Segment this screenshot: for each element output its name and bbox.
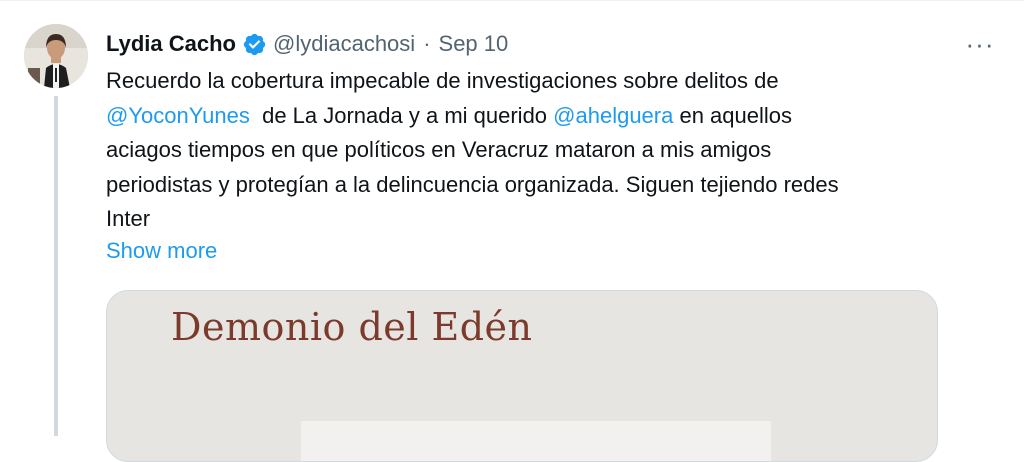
more-options-button[interactable]: ··· [956,28,1004,60]
verified-badge-icon [242,32,267,57]
tweet-text-line: Inter [106,206,151,231]
mention-link[interactable]: @ahelguera [553,103,673,128]
header-separator: · [423,31,431,56]
tweet-text-line: Recuerdo la cobertura impecable de inves… [106,68,779,93]
tweet-text: Recuerdo la cobertura impecable de inves… [106,64,986,237]
tweet-text-segment: en aquellos [673,102,793,128]
tweet-timestamp[interactable]: Sep 10 [439,28,509,60]
top-divider [0,0,1024,1]
avatar[interactable] [24,24,88,88]
thread-line [54,96,58,436]
tweet-text-segment: de La Jornada y a mi querido [249,102,554,128]
avatar-photo [24,24,88,88]
tweet-text-line: periodistas y protegían a la delincuenci… [106,171,839,197]
media-card[interactable]: Demonio del Edén [106,290,938,462]
tweet-text-line: aciagos tiempos en que políticos en Vera… [106,137,772,162]
author-handle[interactable]: @lydiacachosi [273,28,415,60]
media-title: Demonio del Edén [171,305,533,349]
media-image-inner [301,421,771,461]
show-more-link[interactable]: Show more [106,234,217,268]
tweet-header: Lydia Cacho @lydiacachosi · Sep 10 [106,28,508,60]
more-horizontal-icon: ··· [965,28,995,59]
author-name[interactable]: Lydia Cacho [106,28,236,60]
mention-link[interactable]: @YoconYunes [106,103,250,128]
tweet-text-line: @YoconYunes de La Jornada y a mi querido… [106,99,986,134]
